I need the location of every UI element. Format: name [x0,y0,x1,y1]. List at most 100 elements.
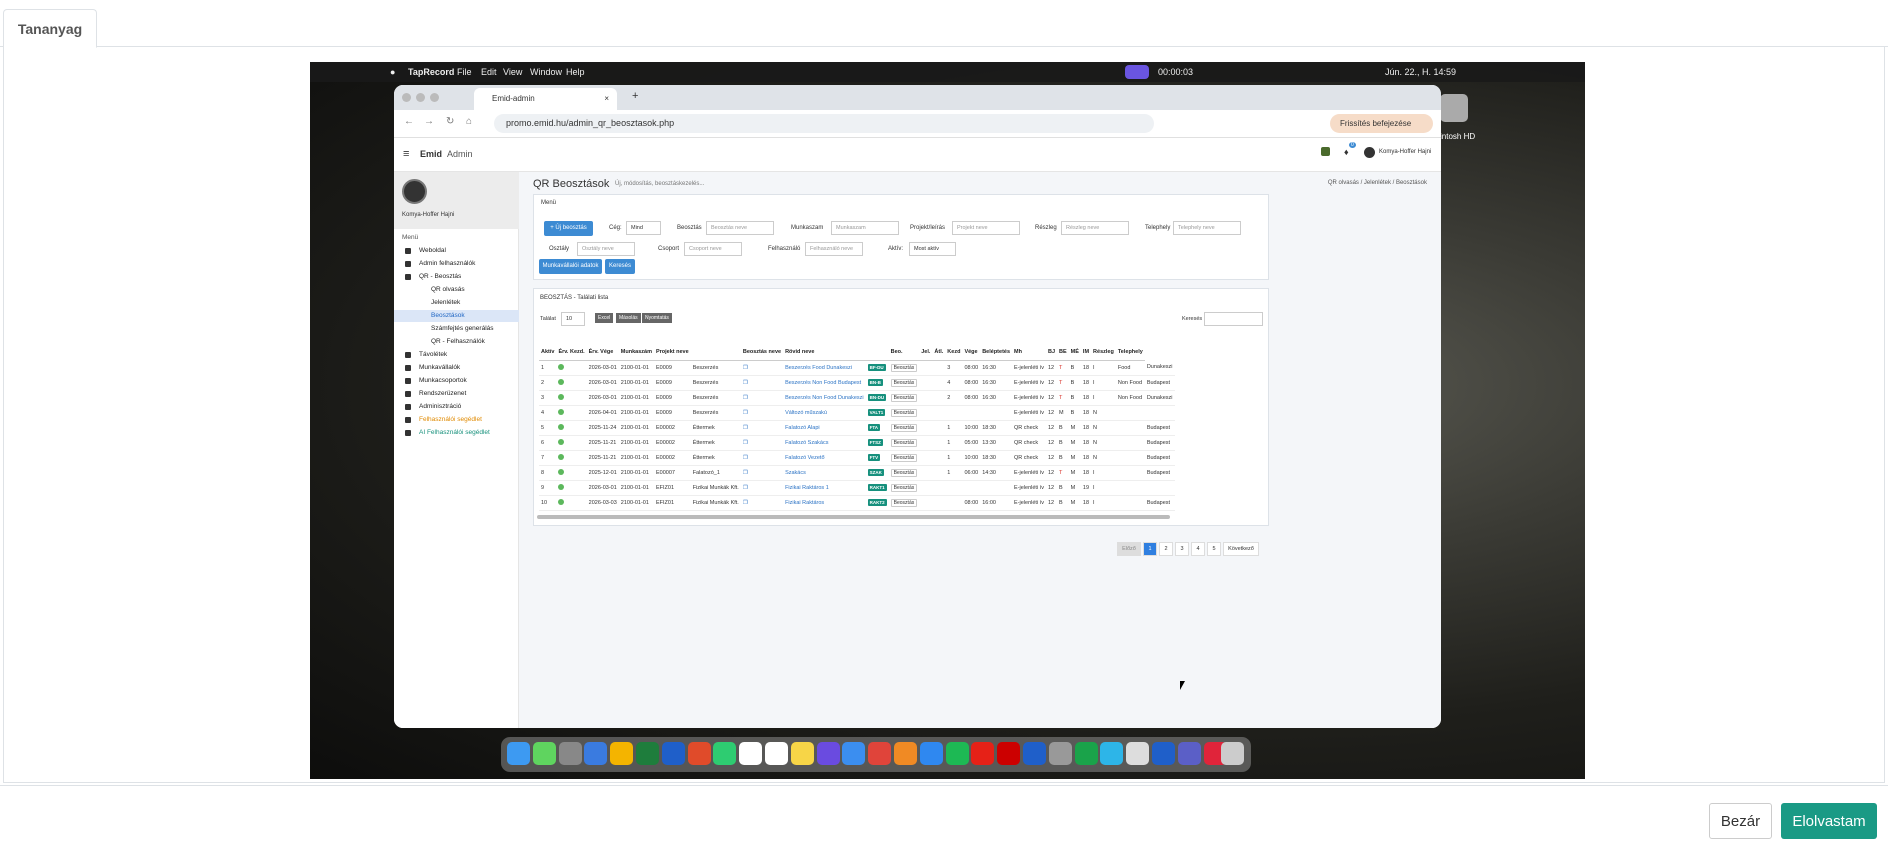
dock-app-icon[interactable] [739,742,763,765]
column-header[interactable]: Aktív [539,345,557,361]
filter-input[interactable]: Beosztás neve [706,221,774,235]
hard-disk-icon[interactable] [1440,94,1468,122]
dock-app-icon[interactable] [919,742,943,765]
menu-view[interactable]: View [503,62,522,82]
filter-input[interactable]: Felhasználó neve [805,242,863,256]
column-header[interactable]: Beléptetés [980,345,1013,361]
sidebar-item[interactable]: Admin felhasználók [394,258,519,270]
assignment-name-link[interactable]: Változó műszakú [783,405,866,421]
dock-app-icon[interactable] [765,742,788,765]
column-header[interactable]: MÉ [1068,345,1081,361]
sidebar-item[interactable]: Távolétek [394,349,519,361]
assignment-name-link[interactable]: Beszerzés Non Food Dunakeszi [783,390,866,406]
dock-app-icon[interactable] [971,742,995,765]
copy-icon[interactable]: ❐ [743,440,748,446]
dock-app-icon[interactable] [661,742,685,765]
dock-app-icon[interactable] [532,742,556,765]
new-tab-icon[interactable]: + [632,90,638,102]
table-row[interactable]: 8 2025-12-01 2100-01-01 E00007 Falatozó_1 ❐ Sz… [539,465,1175,481]
dock-app-icon[interactable] [790,742,814,765]
assignment-name-link[interactable]: Falatozó Alapi [783,420,866,436]
column-header[interactable]: Munkaszám [618,345,654,361]
dock-app-icon[interactable] [713,742,737,765]
sidebar-item[interactable]: Rendszerüzenet [394,388,519,400]
close-button[interactable]: Bezár [1709,803,1772,839]
column-header[interactable]: Érv. Kezd. [556,345,587,361]
breadcrumb-item[interactable]: Jelenlétek [1364,180,1391,186]
sidebar-item[interactable]: Felhasználói segédlet [394,414,519,426]
dock-app-icon[interactable] [1048,742,1072,765]
list-search-input[interactable] [1204,312,1263,326]
dock-app-icon[interactable] [868,742,892,765]
assign-button[interactable]: Beosztás [890,363,918,372]
menu-window[interactable]: Window [530,62,562,82]
table-row[interactable]: 6 2025-11-21 2100-01-01 E00002 Éttermek ❐ Fala… [539,435,1175,451]
copy-icon[interactable]: ❐ [743,485,748,491]
copy-icon[interactable]: ❐ [743,410,748,416]
filter-input[interactable]: Osztály neve [577,242,635,256]
column-header[interactable]: Mh [1012,345,1046,361]
column-header[interactable]: Érv. Vége [586,345,619,361]
sidebar-item[interactable]: Munkacsoportok [394,375,519,387]
dock-app-icon[interactable] [1074,742,1098,765]
sidebar-item[interactable]: QR olvasás [394,284,519,296]
prev-page-button[interactable]: Előző [1117,542,1141,556]
filter-input[interactable]: Részleg neve [1061,221,1129,235]
page-button[interactable]: 1 [1143,542,1157,556]
sidebar-item[interactable]: AI Felhasználói segédlet [394,427,519,439]
table-row[interactable]: 10 2026-03-03 2100-01-01 EFIZ01 Fizikai Munk… [539,495,1175,511]
dock-app-icon[interactable] [816,742,840,765]
table-row[interactable]: 7 2025-11-21 2100-01-01 E00002 Éttermek ❐ Fala… [539,450,1175,466]
close-tab-icon[interactable]: × [604,88,609,110]
dock-app-icon[interactable] [610,742,634,765]
dock-app-icon[interactable] [997,742,1021,765]
column-header[interactable]: Átl. [932,345,946,361]
new-assignment-button[interactable]: + Új beosztás [544,221,593,236]
table-row[interactable]: 2 2026-03-01 2100-01-01 E0009 Beszerzés ❐ Besz… [539,375,1175,391]
page-button[interactable]: 5 [1207,542,1221,556]
copy-icon[interactable]: ❐ [743,365,748,371]
filter-input[interactable]: Projekt neve [952,221,1020,235]
close-window-icon[interactable] [402,93,411,102]
dock-app-icon[interactable] [945,742,969,765]
user-name[interactable]: Komya-Hoffer Hajni [1379,149,1431,155]
assign-button[interactable]: Beosztás [890,483,918,492]
column-header[interactable]: Jel. [919,345,933,361]
menu-edit[interactable]: Edit [481,62,497,82]
table-row[interactable]: 1 2026-03-01 2100-01-01 E0009 Beszerzés ❐ Besz… [539,360,1175,376]
dock-app-icon[interactable] [1100,742,1124,765]
dock-app-icon[interactable] [507,742,530,765]
assignment-name-link[interactable]: Fizikai Raktáros 1 [783,480,866,496]
table-row[interactable]: 9 2026-03-01 2100-01-01 EFIZ01 Fizikai Munká… [539,480,1175,496]
back-icon[interactable]: ← [404,116,414,127]
dock-app-icon[interactable] [1177,742,1201,765]
dock-app-icon[interactable] [894,742,917,765]
page-button[interactable]: 2 [1159,542,1173,556]
active-select[interactable]: Most aktív [909,242,956,256]
copy-icon[interactable]: ❐ [743,500,748,506]
sidebar-item[interactable]: Munkavállalók [394,362,519,374]
menu-help[interactable]: Help [566,62,585,82]
home-icon[interactable]: ⌂ [466,116,472,127]
sidebar-item[interactable]: QR - Beosztás [394,271,519,283]
column-header[interactable]: Részleg [1091,345,1116,361]
horizontal-scrollbar[interactable] [537,515,1170,519]
assign-button[interactable]: Beosztás [890,498,918,507]
assignment-name-link[interactable]: Falatozó Szakács [783,435,866,451]
copy-icon[interactable]: ❐ [743,470,748,476]
sidebar-item[interactable]: Adminisztráció [394,401,519,413]
column-header[interactable]: Beosztás neve [740,345,784,361]
column-header[interactable]: Kezd [945,345,963,361]
assignment-name-link[interactable]: Falatozó Vezető [783,450,866,466]
filter-input[interactable]: Csoport neve [684,242,742,256]
mark-read-button[interactable]: Elolvastam [1781,803,1877,839]
trash-icon[interactable] [1221,742,1244,765]
zoom-window-icon[interactable] [430,93,439,102]
copy-icon[interactable]: ❐ [743,455,748,461]
breadcrumb-item[interactable]: QR olvasás [1328,180,1359,186]
finish-update-button[interactable]: Frissítés befejezése [1330,114,1433,133]
column-header[interactable]: Vége [962,345,981,361]
column-header[interactable]: Telephely [1115,345,1145,361]
table-row[interactable]: 4 2026-04-01 2100-01-01 E0009 Beszerzés ❐ Vált… [539,405,1175,421]
column-header[interactable]: Rövid neve [783,345,866,361]
